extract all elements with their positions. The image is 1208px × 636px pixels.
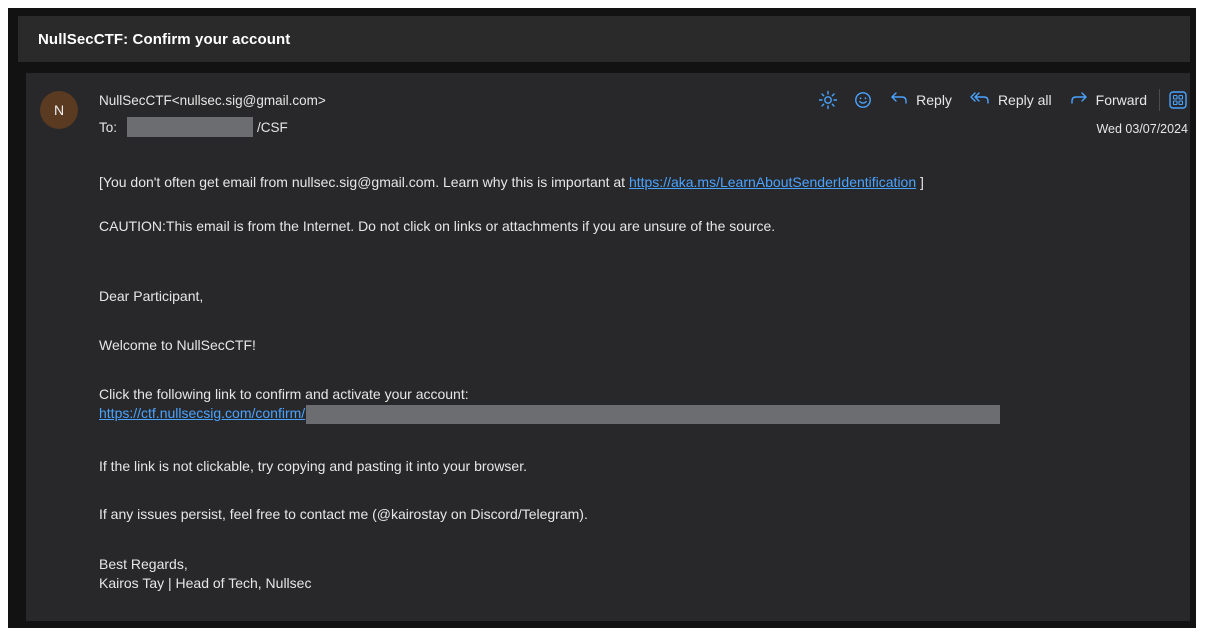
sender-avatar[interactable]: N — [40, 91, 78, 129]
forward-icon — [1070, 91, 1088, 110]
recipient-line: To: /CSF — [99, 117, 288, 137]
caution-text: CAUTION:This email is from the Internet.… — [99, 218, 776, 234]
welcome-text: Welcome to NullSecCTF! — [99, 337, 256, 353]
emoji-icon[interactable] — [854, 91, 872, 109]
notice-suffix: ] — [920, 174, 924, 190]
signature-text: Kairos Tay | Head of Tech, Nullsec — [99, 575, 312, 591]
reply-icon — [890, 91, 908, 110]
sender-notice: [You don't often get email from nullsec.… — [99, 173, 924, 192]
issues-text: If any issues persist, feel free to cont… — [99, 506, 588, 522]
email-message: N NullSecCTF<nullsec.sig@gmail.com> To: … — [26, 73, 1190, 621]
reply-button[interactable]: Reply — [890, 91, 952, 110]
forward-label: Forward — [1095, 92, 1147, 108]
sign-off-text: Best Regards, — [99, 556, 188, 572]
screenshot-frame: NullSecCTF: Confirm your account N NullS… — [0, 0, 1208, 636]
not-clickable-text: If the link is not clickable, try copyin… — [99, 458, 527, 474]
message-actions: Reply Reply all Forward — [802, 89, 1188, 111]
confirm-account-link[interactable]: https://ctf.nullsecsig.com/confirm/ — [99, 405, 305, 421]
reply-all-icon — [970, 91, 990, 110]
actions-divider — [1159, 89, 1160, 111]
reply-all-label: Reply all — [997, 92, 1052, 108]
email-subject-bar: NullSecCTF: Confirm your account — [18, 16, 1190, 62]
to-suffix: /CSF — [257, 119, 288, 135]
sun-icon[interactable] — [818, 90, 838, 110]
reply-label: Reply — [916, 92, 952, 108]
to-label: To: — [99, 119, 118, 135]
message-date: Wed 03/07/2024 — [1096, 122, 1188, 136]
sender-address[interactable]: NullSecCTF<nullsec.sig@gmail.com> — [99, 93, 326, 108]
greeting-text: Dear Participant, — [99, 288, 204, 304]
learn-about-sender-link[interactable]: https://aka.ms/LearnAboutSenderIdentific… — [629, 174, 916, 190]
avatar-initial: N — [53, 102, 65, 118]
click-instruction-text: Click the following link to confirm and … — [99, 386, 469, 402]
notice-prefix: [You don't often get email from nullsec.… — [99, 174, 626, 190]
reply-all-button[interactable]: Reply all — [970, 91, 1052, 110]
email-subject: NullSecCTF: Confirm your account — [38, 30, 291, 48]
redacted-recipient — [127, 117, 254, 137]
redacted-token — [306, 404, 1001, 424]
apps-icon[interactable] — [1168, 90, 1188, 110]
forward-button[interactable]: Forward — [1070, 91, 1147, 110]
confirm-link-line: https://ctf.nullsecsig.com/confirm/ — [99, 404, 1001, 424]
